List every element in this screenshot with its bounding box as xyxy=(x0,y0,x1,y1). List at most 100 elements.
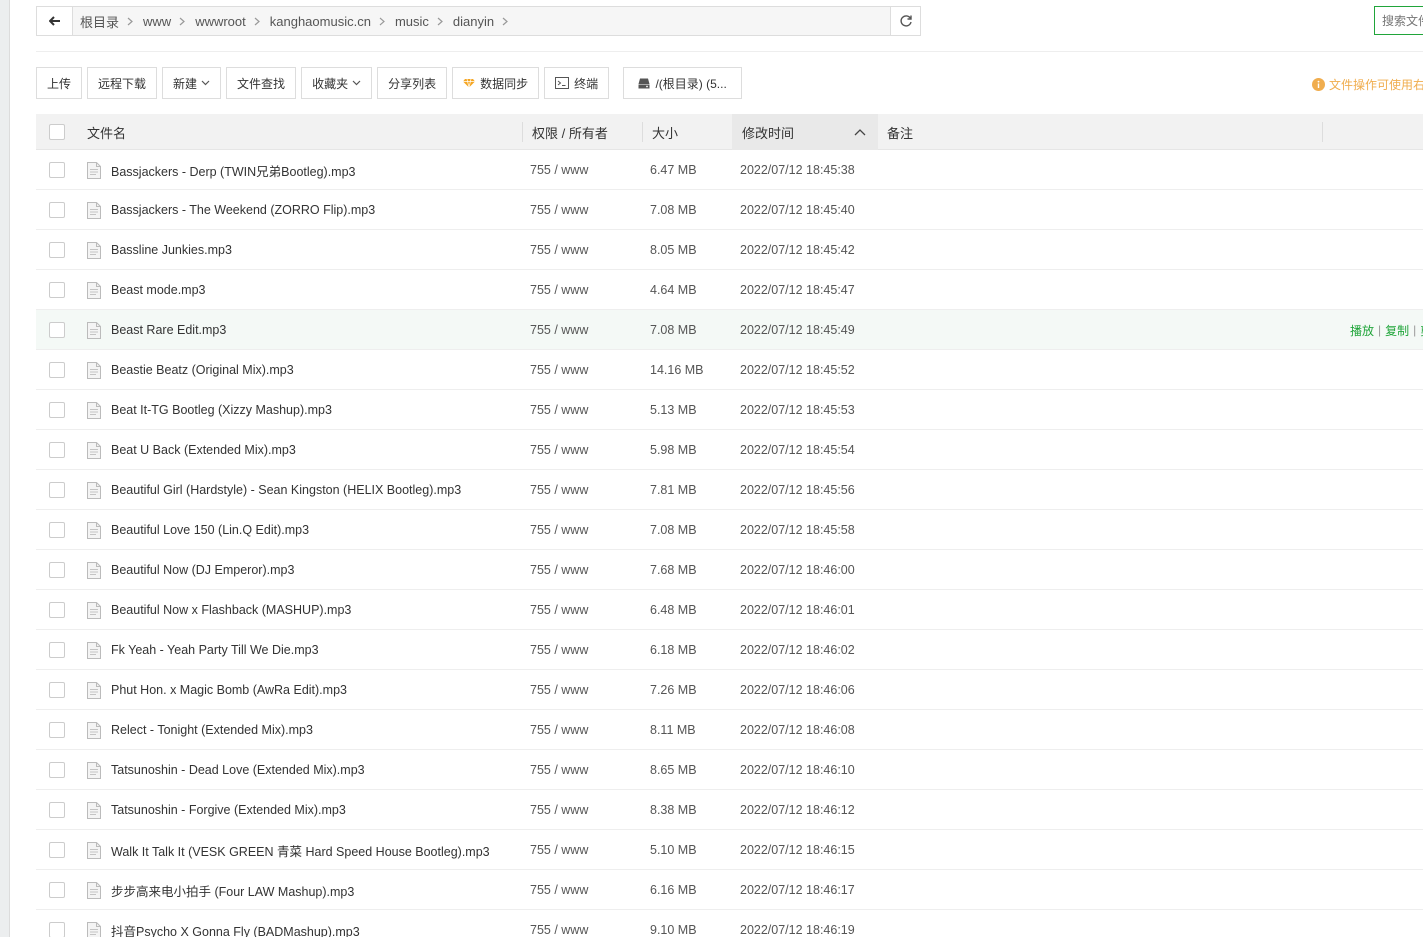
file-name[interactable]: Bassjackers - The Weekend (ZORRO Flip).m… xyxy=(111,203,375,217)
breadcrumb-item[interactable]: music xyxy=(395,14,453,29)
table-row[interactable]: Beastie Beatz (Original Mix).mp3 755 / ww… xyxy=(36,350,1423,390)
copy-link[interactable]: 复制 xyxy=(1385,322,1409,339)
row-checkbox[interactable] xyxy=(49,842,65,858)
row-checkbox[interactable] xyxy=(49,642,65,658)
breadcrumb-item[interactable]: dianyin xyxy=(453,14,518,29)
file-name[interactable]: Beautiful Now x Flashback (MASHUP).mp3 xyxy=(111,603,351,617)
permission-cell[interactable]: 755 / www xyxy=(530,390,588,430)
row-checkbox[interactable] xyxy=(49,562,65,578)
table-row[interactable]: Tatsunoshin - Dead Love (Extended Mix).m… xyxy=(36,750,1423,790)
refresh-button[interactable] xyxy=(890,7,920,35)
permission-cell[interactable]: 755 / www xyxy=(530,590,588,630)
row-checkbox[interactable] xyxy=(49,522,65,538)
table-row[interactable]: Beautiful Love 150 (Lin.Q Edit).mp3 755 /… xyxy=(36,510,1423,550)
breadcrumb-item[interactable]: www xyxy=(143,14,195,29)
table-row[interactable]: 抖音Psycho X Gonna Fly (BADMashup).mp3 755 … xyxy=(36,910,1423,937)
permission-cell[interactable]: 755 / www xyxy=(530,310,588,350)
row-checkbox[interactable] xyxy=(49,722,65,738)
row-checkbox[interactable] xyxy=(49,242,65,258)
row-checkbox[interactable] xyxy=(49,202,65,218)
disk-button[interactable]: /(根目录) (5... xyxy=(623,67,743,99)
permission-cell[interactable]: 755 / www xyxy=(530,550,588,590)
permission-cell[interactable]: 755 / www xyxy=(530,470,588,510)
table-row[interactable]: Tatsunoshin - Forgive (Extended Mix).mp3… xyxy=(36,790,1423,830)
file-name[interactable]: Phut Hon. x Magic Bomb (AwRa Edit).mp3 xyxy=(111,683,347,697)
file-name[interactable]: Beat It-TG Bootleg (Xizzy Mashup).mp3 xyxy=(111,403,332,417)
table-row[interactable]: Beautiful Now x Flashback (MASHUP).mp3 75… xyxy=(36,590,1423,630)
row-checkbox[interactable] xyxy=(49,442,65,458)
file-name[interactable]: Beautiful Girl (Hardstyle) - Sean Kingst… xyxy=(111,483,461,497)
permission-cell[interactable]: 755 / www xyxy=(530,150,588,190)
share-list-button[interactable]: 分享列表 xyxy=(377,67,448,99)
table-row[interactable]: Beautiful Now (DJ Emperor).mp3 755 / www 7… xyxy=(36,550,1423,590)
breadcrumb-item[interactable]: 根目录 xyxy=(80,12,143,31)
select-all-checkbox[interactable] xyxy=(49,124,65,140)
file-search-button[interactable]: 文件查找 xyxy=(226,67,297,99)
breadcrumb-item[interactable]: wwwroot xyxy=(195,14,270,29)
row-checkbox[interactable] xyxy=(49,922,65,937)
header-modified-time[interactable]: 修改时间 xyxy=(732,114,878,150)
permission-cell[interactable]: 755 / www xyxy=(530,510,588,550)
upload-button[interactable]: 上传 xyxy=(36,67,83,99)
header-name[interactable]: 文件名 xyxy=(87,114,126,150)
file-name[interactable]: Tatsunoshin - Dead Love (Extended Mix).m… xyxy=(111,763,365,777)
file-name[interactable]: 步步高来电小拍手 (Four LAW Mashup).mp3 xyxy=(111,881,354,900)
permission-cell[interactable]: 755 / www xyxy=(530,430,588,470)
row-checkbox[interactable] xyxy=(49,602,65,618)
terminal-button[interactable]: 终端 xyxy=(544,67,610,99)
permission-cell[interactable]: 755 / www xyxy=(530,670,588,710)
table-row[interactable]: Beast mode.mp3 755 / www 4.64 MB 2022/07/12… xyxy=(36,270,1423,310)
permission-cell[interactable]: 755 / www xyxy=(530,710,588,750)
breadcrumb-item[interactable]: kanghaomusic.cn xyxy=(270,14,395,29)
row-checkbox[interactable] xyxy=(49,802,65,818)
search-input[interactable] xyxy=(1382,13,1423,28)
permission-cell[interactable]: 755 / www xyxy=(530,790,588,830)
header-note[interactable]: 备注 xyxy=(887,114,913,150)
row-checkbox[interactable] xyxy=(49,282,65,298)
permission-cell[interactable]: 755 / www xyxy=(530,230,588,270)
data-sync-button[interactable]: 数据同步 xyxy=(452,67,540,99)
table-row[interactable]: Beat It-TG Bootleg (Xizzy Mashup).mp3 755… xyxy=(36,390,1423,430)
file-name[interactable]: Beast mode.mp3 xyxy=(111,283,206,297)
row-checkbox[interactable] xyxy=(49,162,65,178)
file-name[interactable]: Bassline Junkies.mp3 xyxy=(111,243,232,257)
new-dropdown-button[interactable]: 新建 xyxy=(162,67,222,99)
file-name[interactable]: Relect - Tonight (Extended Mix).mp3 xyxy=(111,723,313,737)
file-name[interactable]: Bassjackers - Derp (TWIN兄弟Bootleg).mp3 xyxy=(111,161,356,180)
table-row[interactable]: Relect - Tonight (Extended Mix).mp3 755 /… xyxy=(36,710,1423,750)
permission-cell[interactable]: 755 / www xyxy=(530,910,588,937)
permission-cell[interactable]: 755 / www xyxy=(530,630,588,670)
row-checkbox[interactable] xyxy=(49,402,65,418)
permission-cell[interactable]: 755 / www xyxy=(530,350,588,390)
table-row[interactable]: Bassjackers - Derp (TWIN兄弟Bootleg).mp3 75… xyxy=(36,150,1423,190)
table-row[interactable]: 步步高来电小拍手 (Four LAW Mashup).mp3 755 / www 6… xyxy=(36,870,1423,910)
permission-cell[interactable]: 755 / www xyxy=(530,870,588,910)
permission-cell[interactable]: 755 / www xyxy=(530,750,588,790)
row-checkbox[interactable] xyxy=(49,362,65,378)
file-name[interactable]: Fk Yeah - Yeah Party Till We Die.mp3 xyxy=(111,643,319,657)
file-name[interactable]: Beastie Beatz (Original Mix).mp3 xyxy=(111,363,294,377)
file-name[interactable]: Tatsunoshin - Forgive (Extended Mix).mp3 xyxy=(111,803,346,817)
header-permission[interactable]: 权限 / 所有者 xyxy=(532,114,608,150)
table-row[interactable]: Bassjackers - The Weekend (ZORRO Flip).m… xyxy=(36,190,1423,230)
table-row[interactable]: Fk Yeah - Yeah Party Till We Die.mp3 755 … xyxy=(36,630,1423,670)
row-checkbox[interactable] xyxy=(49,762,65,778)
remote-download-button[interactable]: 远程下载 xyxy=(87,67,158,99)
permission-cell[interactable]: 755 / www xyxy=(530,190,588,230)
table-row[interactable]: Beast Rare Edit.mp3 755 / www 7.08 MB 2022/… xyxy=(36,310,1423,350)
file-name[interactable]: Beat U Back (Extended Mix).mp3 xyxy=(111,443,296,457)
table-row[interactable]: Beat U Back (Extended Mix).mp3 755 / www 5… xyxy=(36,430,1423,470)
table-row[interactable]: Walk It Talk It (VESK GREEN 青菜 Hard Spee… xyxy=(36,830,1423,870)
table-row[interactable]: Bassline Junkies.mp3 755 / www 8.05 MB 2022… xyxy=(36,230,1423,270)
file-name[interactable]: Walk It Talk It (VESK GREEN 青菜 Hard Spee… xyxy=(111,841,490,860)
row-checkbox[interactable] xyxy=(49,322,65,338)
table-row[interactable]: Phut Hon. x Magic Bomb (AwRa Edit).mp3 75… xyxy=(36,670,1423,710)
play-link[interactable]: 播放 xyxy=(1350,322,1374,339)
back-button[interactable] xyxy=(37,7,73,35)
favorites-dropdown-button[interactable]: 收藏夹 xyxy=(301,67,373,99)
permission-cell[interactable]: 755 / www xyxy=(530,830,588,870)
row-checkbox[interactable] xyxy=(49,882,65,898)
row-checkbox[interactable] xyxy=(49,482,65,498)
file-name[interactable]: 抖音Psycho X Gonna Fly (BADMashup).mp3 xyxy=(111,921,360,937)
row-checkbox[interactable] xyxy=(49,682,65,698)
